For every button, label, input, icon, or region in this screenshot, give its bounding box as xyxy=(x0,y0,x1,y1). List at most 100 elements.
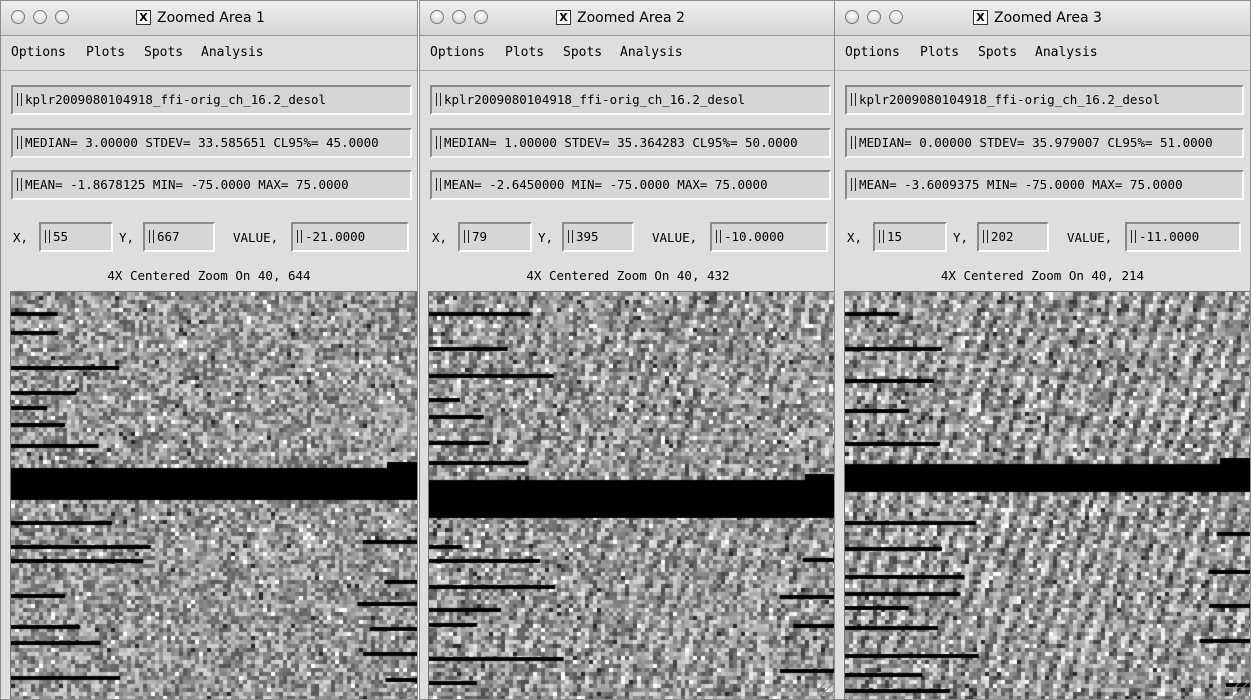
zoom-window-button[interactable] xyxy=(889,10,903,24)
filename-field[interactable]: kplr2009080104918_ffi-orig_ch_16.2_desol xyxy=(11,85,412,115)
y-label: Y, xyxy=(119,230,135,245)
y-label: Y, xyxy=(538,230,554,245)
median-stats-text: MEDIAN= 3.00000 STDEV= 33.585651 CL95%= … xyxy=(25,135,379,150)
window-title: Zoomed Area 1 xyxy=(157,10,265,26)
ibeam-cursor-icon xyxy=(17,136,22,149)
filename-text: kplr2009080104918_ffi-orig_ch_16.2_desol xyxy=(444,92,746,107)
x11-icon: X xyxy=(973,10,988,25)
x-value: 55 xyxy=(53,229,69,244)
filename-field[interactable]: kplr2009080104918_ffi-orig_ch_16.2_desol xyxy=(430,85,831,115)
pixel-value: -21.0000 xyxy=(305,229,366,244)
mean-stats-text: MEAN= -3.6009375 MIN= -75.0000 MAX= 75.0… xyxy=(859,177,1183,192)
menu-analysis[interactable]: Analysis xyxy=(1035,45,1098,60)
mean-stats-field[interactable]: MEAN= -3.6009375 MIN= -75.0000 MAX= 75.0… xyxy=(845,170,1244,200)
close-window-button[interactable] xyxy=(430,10,444,24)
menu-analysis[interactable]: Analysis xyxy=(201,45,264,60)
filename-text: kplr2009080104918_ffi-orig_ch_16.2_desol xyxy=(859,92,1161,107)
y-coordinate-field[interactable]: 667 xyxy=(143,222,215,252)
zoom-image[interactable] xyxy=(428,291,836,699)
filename-field[interactable]: kplr2009080104918_ffi-orig_ch_16.2_desol xyxy=(845,85,1244,115)
ibeam-cursor-icon xyxy=(17,93,22,106)
zoom-center-label: 4X Centered Zoom On 40, 214 xyxy=(940,268,1145,283)
ibeam-cursor-icon xyxy=(149,230,154,243)
title-bar[interactable]: X Zoomed Area 2 xyxy=(420,1,836,36)
close-window-button[interactable] xyxy=(11,10,25,24)
menu-spots[interactable]: Spots xyxy=(978,45,1017,60)
menu-options[interactable]: Options xyxy=(430,45,485,60)
y-value: 395 xyxy=(576,229,599,244)
x-value: 15 xyxy=(887,229,903,244)
ibeam-cursor-icon xyxy=(851,178,856,191)
ibeam-cursor-icon xyxy=(436,178,441,191)
zoom-window-button[interactable] xyxy=(55,10,69,24)
title-bar[interactable]: X Zoomed Area 1 xyxy=(1,1,417,36)
filename-text: kplr2009080104918_ffi-orig_ch_16.2_desol xyxy=(25,92,327,107)
close-window-button[interactable] xyxy=(845,10,859,24)
x-coordinate-field[interactable]: 15 xyxy=(873,222,947,252)
zoom-image[interactable] xyxy=(844,291,1250,699)
value-label: VALUE, xyxy=(1067,230,1113,245)
minimize-window-button[interactable] xyxy=(33,10,47,24)
zoom-window-button[interactable] xyxy=(474,10,488,24)
ibeam-cursor-icon xyxy=(1131,230,1136,243)
menu-analysis[interactable]: Analysis xyxy=(620,45,683,60)
zoom-window-2: X Zoomed Area 2 Options Plots Spots Anal… xyxy=(419,0,837,700)
menu-plots[interactable]: Plots xyxy=(920,45,959,60)
menu-spots[interactable]: Spots xyxy=(563,45,602,60)
x-coordinate-field[interactable]: 79 xyxy=(458,222,532,252)
ibeam-cursor-icon xyxy=(879,230,884,243)
mean-stats-text: MEAN= -2.6450000 MIN= -75.0000 MAX= 75.0… xyxy=(444,177,768,192)
zoom-center-label: 4X Centered Zoom On 40, 432 xyxy=(526,268,730,283)
ibeam-cursor-icon xyxy=(464,230,469,243)
zoom-window-1: X Zoomed Area 1 Options Plots Spots Anal… xyxy=(0,0,418,700)
ibeam-cursor-icon xyxy=(851,136,856,149)
ibeam-cursor-icon xyxy=(851,93,856,106)
y-label: Y, xyxy=(953,230,969,245)
pixel-value: -10.0000 xyxy=(724,229,785,244)
menu-options[interactable]: Options xyxy=(11,45,66,60)
median-stats-field[interactable]: MEDIAN= 1.00000 STDEV= 35.364283 CL95%= … xyxy=(430,128,831,158)
zoom-image[interactable] xyxy=(10,291,417,699)
ibeam-cursor-icon xyxy=(17,178,22,191)
zoom-window-3: X Zoomed Area 3 Options Plots Spots Anal… xyxy=(834,0,1251,700)
zoom-center-label: 4X Centered Zoom On 40, 644 xyxy=(107,268,311,283)
ibeam-cursor-icon xyxy=(45,230,50,243)
y-coordinate-field[interactable]: 202 xyxy=(977,222,1049,252)
menu-options[interactable]: Options xyxy=(845,45,900,60)
window-title: Zoomed Area 2 xyxy=(577,10,685,26)
menu-plots[interactable]: Plots xyxy=(505,45,544,60)
value-label: VALUE, xyxy=(652,230,698,245)
minimize-window-button[interactable] xyxy=(452,10,466,24)
x-label: X, xyxy=(432,230,448,245)
resize-grip-icon[interactable] xyxy=(401,683,415,697)
median-stats-field[interactable]: MEDIAN= 3.00000 STDEV= 33.585651 CL95%= … xyxy=(11,128,412,158)
menu-bar: Options Plots Spots Analysis xyxy=(1,36,417,71)
mean-stats-field[interactable]: MEAN= -1.8678125 MIN= -75.0000 MAX= 75.0… xyxy=(11,170,412,200)
x-label: X, xyxy=(13,230,29,245)
menu-spots[interactable]: Spots xyxy=(144,45,183,60)
ibeam-cursor-icon xyxy=(297,230,302,243)
x11-icon: X xyxy=(136,10,151,25)
median-stats-field[interactable]: MEDIAN= 0.00000 STDEV= 35.979007 CL95%= … xyxy=(845,128,1244,158)
resize-grip-icon[interactable] xyxy=(1234,683,1248,697)
x-coordinate-field[interactable]: 55 xyxy=(39,222,113,252)
title-bar[interactable]: X Zoomed Area 3 xyxy=(835,1,1250,36)
x-value: 79 xyxy=(472,229,488,244)
ibeam-cursor-icon xyxy=(716,230,721,243)
y-value: 202 xyxy=(991,229,1014,244)
pixel-value-field[interactable]: -11.0000 xyxy=(1125,222,1241,252)
ibeam-cursor-icon xyxy=(568,230,573,243)
pixel-value: -11.0000 xyxy=(1139,229,1200,244)
pixel-value-field[interactable]: -10.0000 xyxy=(710,222,828,252)
window-title: Zoomed Area 3 xyxy=(994,10,1102,26)
resize-grip-icon[interactable] xyxy=(820,683,834,697)
mean-stats-field[interactable]: MEAN= -2.6450000 MIN= -75.0000 MAX= 75.0… xyxy=(430,170,831,200)
pixel-value-field[interactable]: -21.0000 xyxy=(291,222,409,252)
ibeam-cursor-icon xyxy=(436,136,441,149)
minimize-window-button[interactable] xyxy=(867,10,881,24)
median-stats-text: MEDIAN= 0.00000 STDEV= 35.979007 CL95%= … xyxy=(859,135,1213,150)
y-coordinate-field[interactable]: 395 xyxy=(562,222,634,252)
menu-bar: Options Plots Spots Analysis xyxy=(835,36,1250,71)
menu-plots[interactable]: Plots xyxy=(86,45,125,60)
ibeam-cursor-icon xyxy=(436,93,441,106)
